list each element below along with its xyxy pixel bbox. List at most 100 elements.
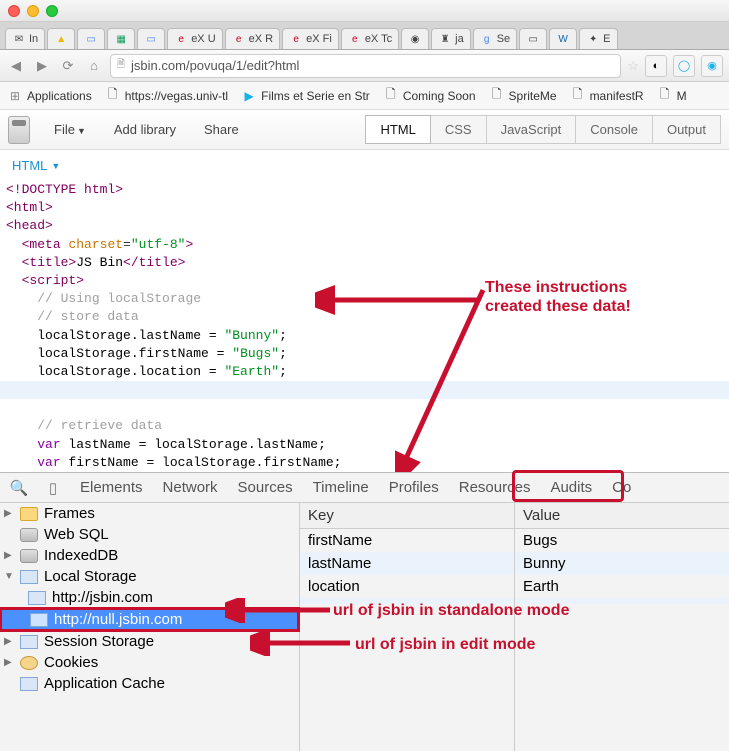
tree-sessionstorage[interactable]: ▶Session Storage	[0, 631, 299, 652]
folder-icon	[20, 507, 38, 521]
tree-websql[interactable]: Web SQL	[0, 524, 299, 545]
share-menu[interactable]: Share	[190, 116, 253, 143]
github-icon: ♜	[438, 32, 452, 46]
caret-down-icon: ▼	[51, 161, 60, 171]
annotation-text: url of jsbin in edit mode	[355, 635, 535, 654]
code-editor[interactable]: <!DOCTYPE html> <html> <head> <meta char…	[0, 181, 729, 472]
table-row[interactable]: Bunny	[515, 552, 729, 575]
panel-console-button[interactable]: Console	[575, 115, 653, 144]
browser-tab[interactable]: ♜ja	[431, 28, 471, 49]
page-icon: 🗋	[384, 89, 398, 103]
google-icon: g	[480, 32, 494, 46]
url-text: jsbin.com/povuqa/1/edit?html	[131, 58, 299, 73]
jsbin-menu: File▼ Add library Share	[40, 116, 253, 143]
browser-tab[interactable]: ▭	[519, 28, 547, 49]
browser-tab[interactable]: ▭	[137, 28, 165, 49]
browser-tab[interactable]: eeX Fi	[282, 28, 339, 49]
panel-type-dropdown[interactable]: HTML▼	[0, 150, 729, 181]
browser-tab[interactable]: W	[549, 28, 577, 49]
close-icon[interactable]	[8, 5, 20, 17]
table-row[interactable]: lastName	[300, 552, 514, 575]
extension-button[interactable]: ◉	[701, 55, 723, 77]
back-button[interactable]: ◀	[6, 56, 26, 76]
storage-icon	[20, 570, 38, 584]
forward-button[interactable]: ▶	[32, 56, 52, 76]
bookmark-star-icon[interactable]: ☆	[627, 58, 639, 74]
bookmark-item[interactable]: 🗋M	[658, 89, 687, 103]
minimize-icon[interactable]	[27, 5, 39, 17]
storage-icon	[28, 591, 46, 605]
tree-localstorage-origin-selected[interactable]: http://null.jsbin.com	[0, 607, 300, 632]
browser-tab[interactable]: ◉	[401, 28, 429, 49]
annotation-text: url of jsbin in standalone mode	[333, 601, 569, 620]
drive-icon: ▲	[54, 32, 68, 46]
browser-tab[interactable]: ▲	[47, 28, 75, 49]
page-icon: ▭	[526, 32, 540, 46]
bookmark-item[interactable]: 🗋manifestR	[571, 89, 644, 103]
tree-cookies[interactable]: ▶Cookies	[0, 652, 299, 673]
bookmark-item[interactable]: ⊞Applications	[8, 89, 92, 103]
extension-button[interactable]: ◯	[673, 55, 695, 77]
devtools-tabs: 🔍 ▯ Elements Network Sources Timeline Pr…	[0, 473, 729, 503]
browser-tab[interactable]: ✉In	[5, 28, 45, 49]
page-icon: 🗋	[658, 89, 672, 103]
tab-timeline[interactable]: Timeline	[311, 475, 371, 500]
storage-icon	[20, 677, 38, 691]
browser-toolbar: ◀ ▶ ⟳ ⌂ 🗎 jsbin.com/povuqa/1/edit?html ☆…	[0, 50, 729, 82]
url-input[interactable]: 🗎 jsbin.com/povuqa/1/edit?html	[110, 54, 621, 78]
panel-output-button[interactable]: Output	[652, 115, 721, 144]
bookmark-item[interactable]: ▶Films et Serie en Str	[242, 89, 370, 103]
browser-tab[interactable]: gSe	[473, 28, 517, 49]
bookmark-item[interactable]: 🗋SpriteMe	[490, 89, 557, 103]
table-row[interactable]: firstName	[300, 529, 514, 552]
reload-button[interactable]: ⟳	[58, 56, 78, 76]
panel-css-button[interactable]: CSS	[430, 115, 487, 144]
table-row[interactable]: location	[300, 575, 514, 598]
browser-tab[interactable]: ▦	[107, 28, 135, 49]
page-icon: 🗋	[571, 89, 585, 103]
tab-profiles[interactable]: Profiles	[387, 475, 441, 500]
table-header[interactable]: Value	[515, 503, 729, 529]
tab-sources[interactable]: Sources	[236, 475, 295, 500]
window-titlebar	[0, 0, 729, 22]
browser-tab[interactable]: eeX U	[167, 28, 222, 49]
file-menu[interactable]: File▼	[40, 116, 100, 143]
storage-icon	[20, 635, 38, 649]
tab-elements[interactable]: Elements	[78, 475, 145, 500]
device-icon[interactable]: ▯	[44, 479, 62, 497]
triangle-right-icon: ▶	[4, 657, 14, 668]
browser-tab[interactable]: eeX R	[225, 28, 280, 49]
jsbin-logo-icon[interactable]	[8, 116, 30, 144]
tab-resources[interactable]: Resources	[457, 475, 533, 500]
table-row[interactable]: Earth	[515, 575, 729, 598]
home-button[interactable]: ⌂	[84, 56, 104, 76]
tab-more[interactable]: Co	[610, 475, 633, 500]
tree-appcache[interactable]: Application Cache	[0, 673, 299, 694]
database-icon	[20, 528, 38, 542]
bookmark-item[interactable]: 🗋Coming Soon	[384, 89, 476, 103]
bookmark-item[interactable]: 🗋https://vegas.univ-tl	[106, 89, 228, 103]
edx-icon: e	[348, 32, 362, 46]
extension-button[interactable]: ◐	[645, 55, 667, 77]
sheets-icon: ▦	[114, 32, 128, 46]
tab-audits[interactable]: Audits	[548, 475, 594, 500]
caret-down-icon: ▼	[77, 126, 86, 136]
tree-frames[interactable]: ▶Frames	[0, 503, 299, 524]
browser-tab[interactable]: eeX Tc	[341, 28, 399, 49]
browser-tab[interactable]: ▭	[77, 28, 105, 49]
panel-js-button[interactable]: JavaScript	[486, 115, 577, 144]
tree-localstorage-origin[interactable]: http://jsbin.com	[0, 587, 299, 608]
maximize-icon[interactable]	[46, 5, 58, 17]
tab-network[interactable]: Network	[161, 475, 220, 500]
edx-icon: e	[174, 32, 188, 46]
docs-icon: ▭	[144, 32, 158, 46]
tree-indexeddb[interactable]: ▶IndexedDB	[0, 545, 299, 566]
browser-tabstrip: ✉In ▲ ▭ ▦ ▭ eeX U eeX R eeX Fi eeX Tc ◉ …	[0, 22, 729, 50]
search-icon[interactable]: 🔍	[10, 479, 28, 497]
panel-html-button[interactable]: HTML	[365, 115, 430, 144]
table-header[interactable]: Key	[300, 503, 514, 529]
browser-tab[interactable]: ✦E	[579, 28, 617, 49]
tree-localstorage[interactable]: ▼Local Storage	[0, 566, 299, 587]
add-library-menu[interactable]: Add library	[100, 116, 190, 143]
table-row[interactable]: Bugs	[515, 529, 729, 552]
